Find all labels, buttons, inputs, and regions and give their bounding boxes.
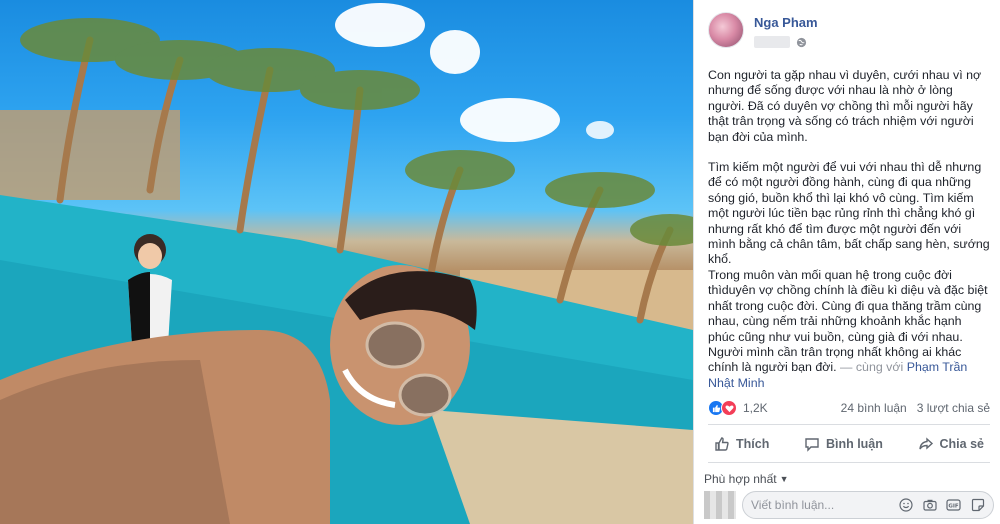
post-meta xyxy=(754,35,807,49)
reaction-count[interactable]: 1,2K xyxy=(743,401,768,415)
author-name[interactable]: Nga Pham xyxy=(754,15,818,30)
post-panel: Nga Pham Con người ta gặp nhau vì duyên,… xyxy=(693,0,1000,524)
comment-composer: Viết bình luận... GIF xyxy=(704,490,994,520)
emoji-icon[interactable] xyxy=(898,498,913,513)
share-label: Chia sẻ xyxy=(939,437,984,451)
comment-label: Bình luận xyxy=(825,437,883,451)
comment-input[interactable]: Viết bình luận... GIF xyxy=(742,491,994,519)
thumbs-up-icon xyxy=(715,437,729,451)
current-user-avatar xyxy=(704,491,736,519)
post-actions: Thích Bình luận Chia sẻ xyxy=(708,428,990,460)
like-button[interactable]: Thích xyxy=(708,430,775,458)
share-arrow-icon xyxy=(918,437,933,450)
reactions-bar: 1,2K 24 bình luận 3 lượt chia sẻ xyxy=(708,398,990,418)
globe-icon xyxy=(796,37,807,47)
reaction-icons[interactable] xyxy=(708,400,737,416)
comment-placeholder: Viết bình luận... xyxy=(751,498,835,512)
post-body: Con người ta gặp nhau vì duyên, cưới nha… xyxy=(708,68,990,391)
love-reaction-icon xyxy=(721,400,737,416)
svg-text:GIF: GIF xyxy=(948,504,959,510)
gif-icon[interactable]: GIF xyxy=(946,498,961,513)
post-paragraph-text: Trong muôn vàn mối quan hệ trong cuộc đờ… xyxy=(708,267,988,375)
post-photo[interactable] xyxy=(0,0,693,524)
post-paragraph: Tìm kiếm một người để vui với nhau thì d… xyxy=(708,160,990,267)
sticker-icon[interactable] xyxy=(970,498,985,513)
timestamp-redacted[interactable] xyxy=(754,36,790,48)
comment-bubble-icon xyxy=(805,438,819,452)
post-paragraph: Con người ta gặp nhau vì duyên, cưới nha… xyxy=(708,68,982,144)
post-paragraph: Trong muôn vàn mối quan hệ trong cuộc đờ… xyxy=(708,268,990,391)
photo-illustration xyxy=(0,3,693,524)
comment-count[interactable]: 24 bình luận xyxy=(841,401,907,415)
post-header: Nga Pham xyxy=(708,12,993,56)
comment-tools: GIF xyxy=(898,498,985,513)
share-button[interactable]: Chia sẻ xyxy=(912,430,990,458)
engagement-stats: 24 bình luận 3 lượt chia sẻ xyxy=(841,401,990,415)
divider xyxy=(708,462,990,463)
like-label: Thích xyxy=(736,437,770,451)
with-label: — cùng với xyxy=(840,360,904,375)
divider xyxy=(708,424,990,425)
comment-button[interactable]: Bình luận xyxy=(798,430,889,458)
sort-label: Phù hợp nhất xyxy=(704,472,777,486)
author-avatar[interactable] xyxy=(708,12,744,48)
camera-icon[interactable] xyxy=(922,498,937,513)
comment-sort-dropdown[interactable]: Phù hợp nhất ▼ xyxy=(704,472,789,486)
share-count[interactable]: 3 lượt chia sẻ xyxy=(917,401,990,415)
caret-down-icon: ▼ xyxy=(779,474,789,484)
